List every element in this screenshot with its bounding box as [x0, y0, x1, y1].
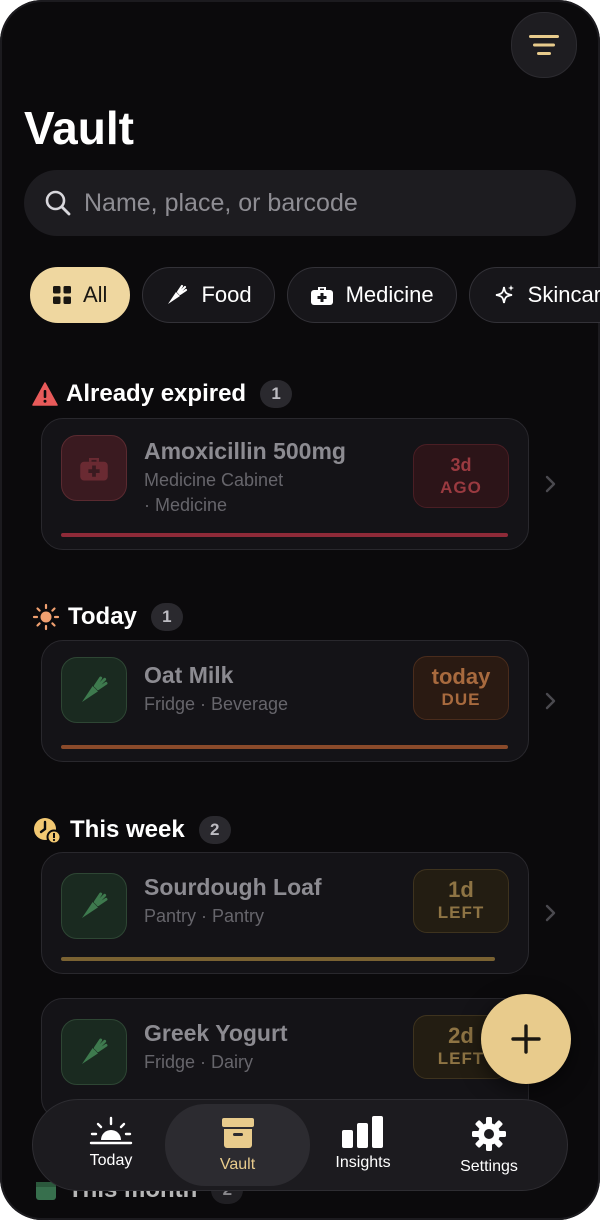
section-header-today: Today 1: [32, 603, 183, 631]
filter-chip-label: Medicine: [345, 282, 434, 307]
tab-settings[interactable]: Settings: [429, 1104, 549, 1186]
status-bar: [61, 957, 495, 961]
sparkle-icon: [495, 285, 514, 304]
medkit-icon: [80, 458, 108, 481]
item-location: Medicine Cabinet: [144, 470, 284, 490]
item-name: Amoxicillin 500mg: [144, 438, 346, 464]
item-meta: Pantry · Pantry: [144, 906, 265, 926]
clock-alert-icon: [34, 818, 62, 845]
item-name: Greek Yogurt: [144, 1020, 288, 1046]
item-thumbnail: [61, 435, 127, 501]
section-header-week: This week 2: [32, 815, 231, 845]
bottom-tab-bar: Today Vault Insights Settings: [32, 1099, 568, 1191]
item-category: · Medicine: [144, 495, 228, 515]
badge-value: 1d: [448, 877, 474, 902]
item-thumbnail: [61, 873, 127, 939]
tab-label: Settings: [460, 1158, 518, 1175]
warning-icon: [32, 382, 58, 406]
item-card[interactable]: Oat Milk Fridge · Beverage today DUE: [41, 640, 529, 762]
badge-caption: DUE: [441, 690, 481, 709]
item-meta: Fridge · Beverage: [144, 694, 289, 714]
chevron-right-icon[interactable]: [545, 692, 557, 710]
expiry-badge: 3d AGO: [413, 444, 509, 508]
search-bar[interactable]: Name, place, or barcode: [24, 170, 576, 236]
badge-caption: LEFT: [437, 903, 485, 922]
section-count: 2: [198, 816, 231, 844]
carrot-icon: [82, 1038, 108, 1064]
expiry-badge: today DUE: [413, 656, 509, 720]
tab-today[interactable]: Today: [51, 1104, 171, 1186]
search-icon: [45, 190, 71, 216]
carrot-icon: [168, 284, 188, 304]
tab-vault[interactable]: Vault: [165, 1104, 310, 1186]
badge-caption: AGO: [440, 478, 482, 497]
carrot-icon: [82, 676, 108, 702]
section-count: 1: [260, 380, 293, 408]
item-thumbnail: [61, 1019, 127, 1085]
page-title: Vault: [24, 102, 134, 154]
filter-chip-food[interactable]: Food: [142, 267, 275, 323]
status-bar: [61, 533, 508, 537]
filter-menu-icon: [529, 35, 559, 55]
badge-value: 2d: [448, 1023, 474, 1048]
item-card[interactable]: Sourdough Loaf Pantry · Pantry 1d LEFT: [41, 852, 529, 974]
carrot-icon: [82, 892, 108, 918]
gear-icon: [472, 1117, 506, 1151]
filter-chip-label: Skincare: [527, 282, 600, 307]
section-title: Today: [68, 603, 137, 630]
plus-icon: [511, 1024, 541, 1054]
chevron-right-icon[interactable]: [545, 904, 557, 922]
filter-chip-skincare[interactable]: Skincare: [468, 267, 600, 323]
filter-chip-label: Food: [201, 282, 252, 307]
tab-insights[interactable]: Insights: [303, 1104, 423, 1186]
filter-chip-label: All: [83, 282, 108, 307]
search-placeholder: Name, place, or barcode: [84, 188, 358, 217]
section-header-expired: Already expired 1: [32, 380, 293, 408]
badge-caption: LEFT: [437, 1049, 485, 1068]
status-bar: [61, 745, 508, 749]
section-title: This week: [70, 816, 185, 843]
tab-label: Today: [89, 1152, 133, 1169]
sunrise-icon: [89, 1116, 133, 1145]
section-count: 1: [150, 603, 183, 631]
tab-label: Vault: [219, 1156, 256, 1173]
filter-chips: All Food Medicine Skincare: [30, 267, 600, 323]
archive-icon: [221, 1118, 254, 1148]
filter-chip-medicine[interactable]: Medicine: [286, 267, 457, 323]
menu-button[interactable]: [511, 12, 577, 78]
phone-screen: Vault Name, place, or barcode All Food M…: [0, 0, 600, 1220]
tab-label: Insights: [335, 1154, 391, 1171]
badge-value: 3d: [450, 455, 472, 475]
medkit-icon: [310, 287, 333, 305]
item-name: Sourdough Loaf: [144, 874, 322, 900]
chevron-right-icon[interactable]: [545, 475, 557, 493]
expiry-badge: 1d LEFT: [413, 869, 509, 933]
item-meta: Fridge · Dairy: [144, 1052, 254, 1072]
item-thumbnail: [61, 657, 127, 723]
section-title: Already expired: [66, 380, 247, 407]
add-item-button[interactable]: [481, 994, 571, 1084]
item-card[interactable]: Amoxicillin 500mg Medicine Cabinet · Med…: [41, 418, 529, 550]
badge-value: today: [431, 664, 491, 689]
grid-icon: [53, 286, 71, 304]
sun-icon: [32, 603, 60, 631]
filter-chip-all[interactable]: All: [30, 267, 131, 323]
bar-chart-icon: [342, 1116, 383, 1148]
item-name: Oat Milk: [144, 662, 234, 688]
